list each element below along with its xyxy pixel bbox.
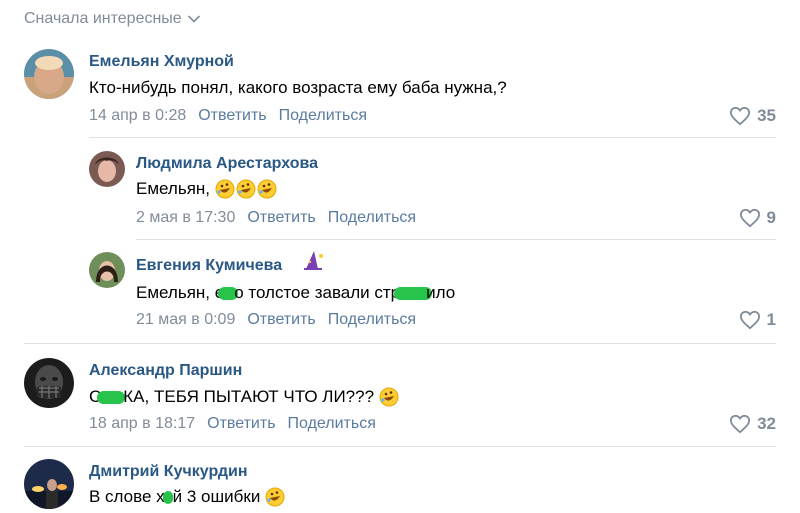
comment-author[interactable]: Емельян Хмурной (89, 53, 234, 71)
heart-outline-icon (739, 208, 760, 228)
rofl-emoji-icon (215, 179, 235, 199)
share-button[interactable]: Поделиться (328, 311, 416, 329)
comment-meta: 18 апр в 18:17 Ответить Поделиться (89, 415, 376, 433)
sort-dropdown[interactable]: Сначала интересные (24, 10, 200, 28)
reply-button[interactable]: Ответить (198, 107, 266, 125)
comment-date[interactable]: 14 апр в 0:28 (89, 107, 186, 125)
heart-outline-icon (730, 414, 751, 434)
share-button[interactable]: Поделиться (328, 209, 416, 227)
avatar[interactable] (24, 49, 74, 99)
censor-mark (97, 390, 126, 404)
wizard-badge-icon (304, 251, 323, 270)
avatar[interactable] (89, 252, 125, 288)
divider (24, 343, 776, 344)
comment-author[interactable]: Евгения Кумичева (136, 257, 282, 275)
comment-text: Кто-нибудь понял, какого возраста ему ба… (89, 78, 507, 97)
like-button[interactable]: 1 (739, 310, 776, 330)
reply-button[interactable]: Ответить (247, 311, 315, 329)
comment-meta: 2 мая в 17:30 Ответить Поделиться (136, 209, 416, 227)
censor-mark (162, 490, 173, 504)
comment-text-part: о толстое завали стр (234, 283, 401, 302)
share-button[interactable]: Поделиться (288, 415, 376, 433)
comment-text: Емельян, е о толстое завали стр ило (136, 283, 455, 303)
rofl-emoji-icon (379, 387, 399, 407)
comment-meta: 21 мая в 0:09 Ответить Поделиться (136, 311, 416, 329)
comment-author[interactable]: Александр Паршин (89, 362, 242, 380)
comment-author[interactable]: Людмила Арестархова (136, 155, 318, 173)
avatar[interactable] (24, 358, 74, 408)
chevron-down-icon (187, 15, 200, 23)
comment-date[interactable]: 18 апр в 18:17 (89, 415, 195, 433)
reply-button[interactable]: Ответить (247, 209, 315, 227)
heart-outline-icon (739, 310, 760, 330)
comment-text: С КА, ТЕБЯ ПЫТАЮТ ЧТО ЛИ??? (89, 387, 399, 407)
divider (136, 239, 776, 240)
rofl-emoji-icon (236, 179, 256, 199)
like-count: 35 (757, 106, 776, 125)
comment-date[interactable]: 2 мая в 17:30 (136, 209, 235, 227)
comment-text-body: Емельян, (136, 179, 211, 198)
comment-text-part: й 3 ошибки (172, 487, 261, 506)
share-button[interactable]: Поделиться (279, 107, 367, 125)
heart-outline-icon (730, 106, 751, 126)
divider (24, 446, 776, 447)
like-button[interactable]: 9 (739, 208, 776, 228)
like-button[interactable]: 35 (729, 106, 776, 126)
avatar[interactable] (89, 151, 125, 187)
rofl-emoji-icon (257, 179, 277, 199)
avatar[interactable] (24, 459, 74, 509)
comment-text-part: Емельян, е (136, 283, 225, 302)
comment-text-part: ило (426, 283, 456, 302)
like-count: 32 (757, 414, 776, 433)
comment-date[interactable]: 21 мая в 0:09 (136, 311, 235, 329)
reply-button[interactable]: Ответить (207, 415, 275, 433)
rofl-emoji-icon (265, 487, 285, 507)
like-count: 1 (766, 310, 776, 329)
comment-text-part: В слове х (89, 487, 165, 506)
comment-author[interactable]: Дмитрий Кучкурдин (89, 463, 247, 481)
divider (89, 137, 776, 138)
comment-text: В слове х й 3 ошибки (89, 487, 285, 507)
comment-meta: 14 апр в 0:28 Ответить Поделиться (89, 107, 367, 125)
comment-text-part: КА, ТЕБЯ ПЫТАЮТ ЧТО ЛИ??? (123, 387, 375, 406)
like-count: 9 (766, 208, 776, 227)
sort-label: Сначала интересные (24, 10, 182, 27)
comment-text: Емельян, (136, 179, 277, 199)
like-button[interactable]: 32 (729, 414, 776, 434)
